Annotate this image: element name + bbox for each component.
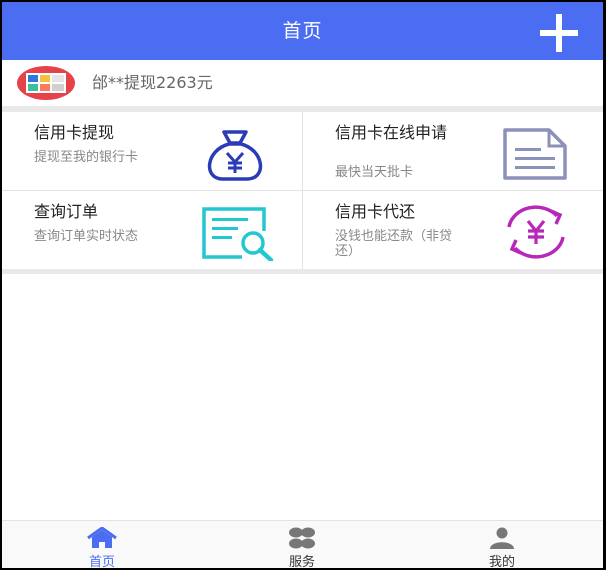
tab-home[interactable]: 首页 <box>42 521 162 568</box>
home-icon <box>87 527 117 548</box>
tab-mine[interactable]: 我的 <box>442 521 562 568</box>
card-thumbnail-icon <box>17 66 75 100</box>
service-subtitle: 提现至我的银行卡 <box>34 150 139 165</box>
user-icon <box>490 527 514 549</box>
notice-text: 邰**提现2263元 <box>92 73 213 92</box>
service-title: 信用卡在线申请 <box>335 123 448 142</box>
service-grid: 信用卡提现 提现至我的银行卡 信用卡在线申请 最快当天批卡 查询订单 查询订单实… <box>2 112 603 270</box>
grid-icon <box>289 527 315 549</box>
tab-services[interactable]: 服务 <box>242 521 362 568</box>
service-card-repay[interactable]: 信用卡代还 没钱也能还款（非贷还） <box>303 191 603 269</box>
bottom-tab-bar: 首页 服务 我的 <box>2 520 603 568</box>
service-credit-withdraw[interactable]: 信用卡提现 提现至我的银行卡 <box>2 112 303 191</box>
service-title: 信用卡提现 <box>34 123 115 142</box>
tab-label: 我的 <box>488 555 515 568</box>
withdraw-notice: 邰**提现2263元 <box>2 60 603 106</box>
service-subtitle: 没钱也能还款（非贷还） <box>335 229 453 259</box>
tab-label: 首页 <box>88 555 115 568</box>
section-divider <box>2 269 603 274</box>
header-bar: 首页 <box>2 2 603 60</box>
service-title: 信用卡代还 <box>335 202 416 221</box>
service-subtitle: 最快当天批卡 <box>335 165 414 180</box>
plus-icon[interactable] <box>537 14 581 52</box>
document-icon <box>503 128 567 180</box>
search-document-icon <box>202 207 274 261</box>
tab-label: 服务 <box>288 555 315 568</box>
service-subtitle: 查询订单实时状态 <box>34 229 139 244</box>
page-title: 首页 <box>282 20 323 42</box>
service-card-apply[interactable]: 信用卡在线申请 最快当天批卡 <box>303 112 603 191</box>
money-bag-yen-icon <box>207 130 263 181</box>
app-screen: 首页 邰**提现2263元 信用卡提现 提现至我的银行卡 信用卡在线申请 最快当… <box>2 2 603 568</box>
service-order-query[interactable]: 查询订单 查询订单实时状态 <box>2 191 303 269</box>
yen-cycle-icon <box>507 205 565 259</box>
service-title: 查询订单 <box>34 202 99 221</box>
